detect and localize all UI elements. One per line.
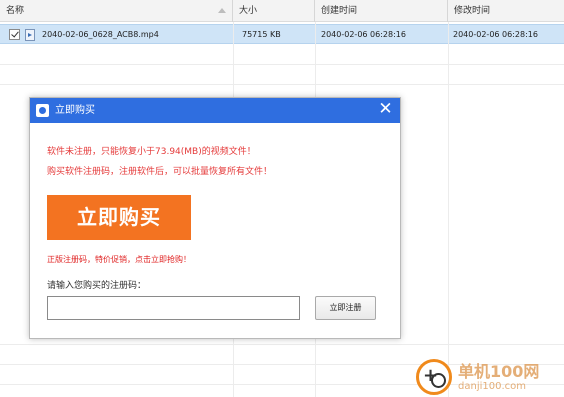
row-checkbox[interactable] bbox=[9, 29, 20, 40]
dialog-title: 立即购买 bbox=[55, 105, 95, 116]
watermark-url: danji100.com bbox=[458, 381, 526, 392]
column-header-modified[interactable]: 修改时间 bbox=[448, 0, 564, 22]
column-header-created-label: 创建时间 bbox=[321, 6, 358, 16]
registration-code-label: 请输入您购买的注册码： bbox=[47, 281, 147, 291]
register-button[interactable]: 立即注册 bbox=[315, 296, 376, 320]
sort-ascending-icon bbox=[218, 8, 226, 13]
column-divider bbox=[448, 22, 449, 397]
dialog-titlebar: 立即购买 ✕ bbox=[30, 98, 400, 123]
purchase-dialog: 立即购买 ✕ 软件未注册，只能恢复小于73.94(MB)的视频文件！ 购买软件注… bbox=[29, 97, 401, 339]
row-divider bbox=[0, 344, 564, 345]
column-header-size-label: 大小 bbox=[239, 6, 258, 16]
table-row[interactable]: 2040-02-06_0628_ACB8.mp4 75715 KB 2040-0… bbox=[0, 24, 564, 44]
watermark: 单机100网 danji100.com bbox=[414, 357, 564, 397]
column-header-name[interactable]: 名称 bbox=[0, 0, 233, 22]
buy-now-button[interactable]: 立即购买 bbox=[47, 195, 191, 240]
file-size: 75715 KB bbox=[242, 30, 281, 39]
app-icon bbox=[36, 104, 49, 117]
registration-code-input[interactable] bbox=[47, 296, 300, 320]
row-divider bbox=[0, 64, 564, 65]
column-header-name-label: 名称 bbox=[6, 6, 25, 16]
close-button[interactable]: ✕ bbox=[375, 100, 396, 121]
column-header-size[interactable]: 大小 bbox=[233, 0, 315, 22]
file-modified: 2040-02-06 06:28:16 bbox=[453, 30, 538, 39]
row-divider bbox=[0, 84, 564, 85]
watermark-logo-icon bbox=[416, 359, 452, 395]
column-header-modified-label: 修改时间 bbox=[454, 6, 491, 16]
list-header: 名称 大小 创建时间 修改时间 bbox=[0, 0, 564, 22]
file-created: 2040-02-06 06:28:16 bbox=[321, 30, 406, 39]
purchase-hint: 购买软件注册码，注册软件后，可以批量恢复所有文件！ bbox=[47, 167, 273, 177]
video-file-icon bbox=[25, 29, 35, 41]
unregistered-warning: 软件未注册，只能恢复小于73.94(MB)的视频文件！ bbox=[47, 147, 256, 157]
watermark-title: 单机100网 bbox=[458, 362, 540, 381]
file-name: 2040-02-06_0628_ACB8.mp4 bbox=[42, 30, 159, 39]
promo-text: 正版注册码，特价促销，点击立即抢购！ bbox=[47, 255, 191, 264]
column-header-created[interactable]: 创建时间 bbox=[315, 0, 448, 22]
